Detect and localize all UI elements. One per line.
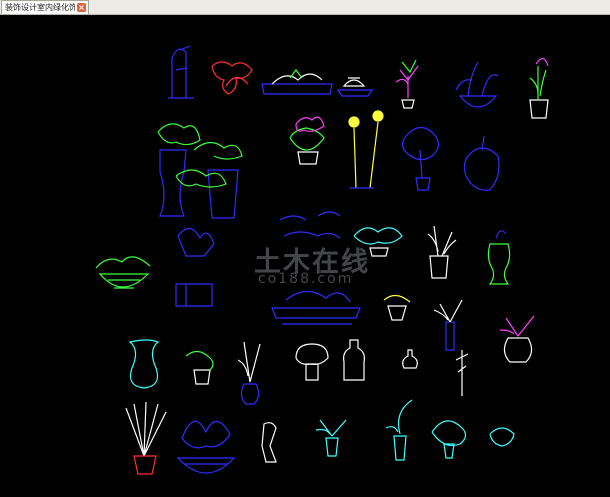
purple-flower-pot xyxy=(289,116,325,165)
thin-branch-vase xyxy=(433,299,463,351)
long-planter xyxy=(261,69,333,95)
low-shrubs xyxy=(279,211,341,239)
palm-fan-pot xyxy=(125,401,167,475)
round-shrub xyxy=(295,343,329,381)
potted-lily xyxy=(529,57,549,119)
hanging-basket xyxy=(455,61,499,108)
drawing-canvas[interactable]: 土木在线 co188.com xyxy=(0,15,610,493)
watermark: 土木在线 co188.com xyxy=(196,238,436,298)
large-urn xyxy=(128,339,160,389)
drawing-tab[interactable]: 装饰设计室内绿化饰一 × xyxy=(1,0,89,14)
red-flower-plant xyxy=(211,61,253,95)
watermark-url: co188.com xyxy=(258,271,354,287)
small-tree xyxy=(401,126,440,191)
bushy-plant xyxy=(463,135,500,191)
cad-window: 装饰设计室内绿化饰一 × xyxy=(0,0,610,493)
slim-stem xyxy=(455,350,469,396)
wicker-basket xyxy=(95,256,151,289)
small-flower-pot xyxy=(185,350,214,385)
tab-bar: 装饰设计室内绿化饰一 × xyxy=(0,0,610,15)
tall-vase-plant xyxy=(487,230,511,285)
flower-bowl xyxy=(176,420,236,474)
yellow-tall-flowers xyxy=(348,110,384,189)
close-icon[interactable]: × xyxy=(77,3,86,12)
round-vase-arrangement xyxy=(499,315,535,363)
vine-vase xyxy=(385,399,413,461)
crane-statue xyxy=(168,45,194,99)
yellow-flower-pot xyxy=(383,294,411,321)
small-shrub xyxy=(489,427,515,447)
branch-vase xyxy=(237,341,261,405)
drawing-tab-label: 装饰设计室内绿化饰一 xyxy=(5,3,75,12)
bird-plant xyxy=(395,59,419,109)
teapot-tray xyxy=(336,77,374,97)
vase-tree-group xyxy=(157,123,243,219)
figure-sculpture xyxy=(261,422,277,463)
bottle xyxy=(343,339,365,381)
leafy-plant xyxy=(431,420,467,459)
spray-vase xyxy=(315,419,347,457)
small-jar xyxy=(402,349,418,369)
